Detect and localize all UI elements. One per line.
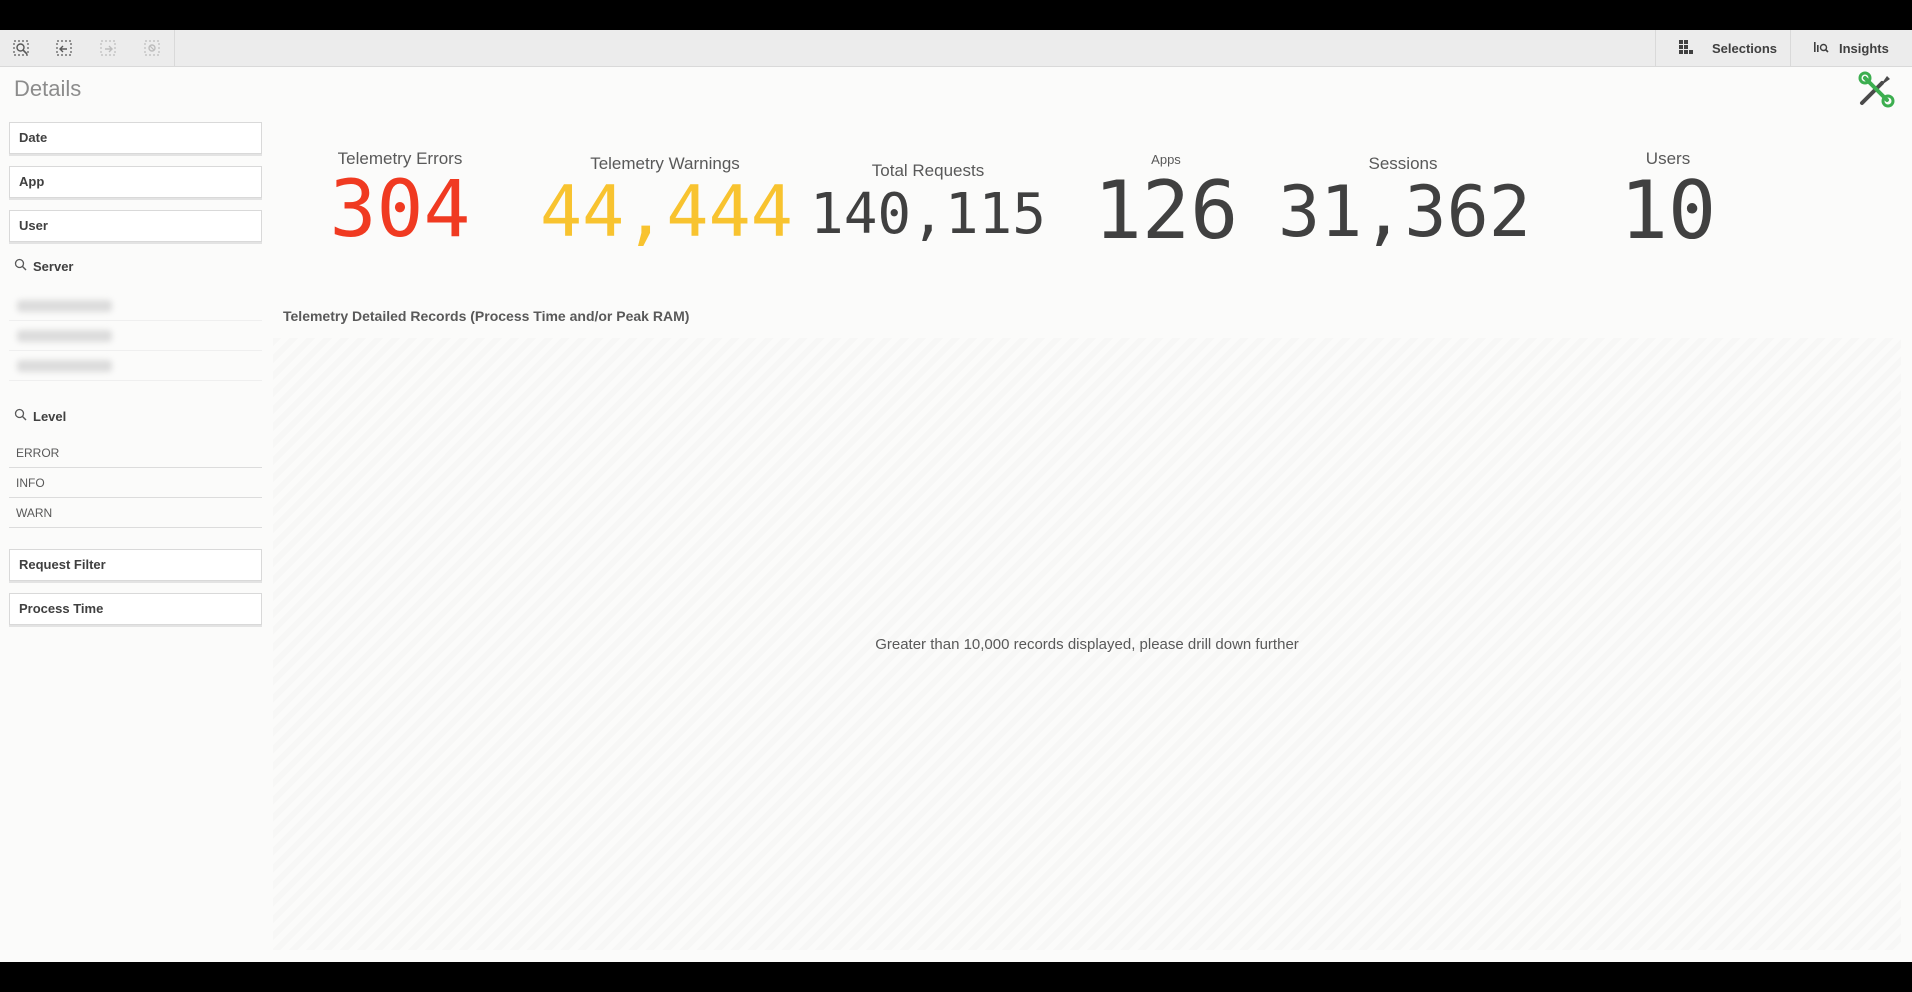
toolbar-right: Selections Insights — [1655, 30, 1912, 66]
filter-request-filter[interactable]: Request Filter — [9, 549, 262, 581]
search-icon — [14, 408, 27, 424]
step-forward-icon[interactable] — [96, 36, 120, 60]
kpi-value: 10 — [1619, 164, 1717, 257]
kpi-telemetry-warnings[interactable]: Telemetry Warnings 44,444 — [540, 154, 793, 253]
level-item-info[interactable]: INFO — [9, 469, 262, 498]
app-window: Selections Insights Details Date App Use… — [0, 30, 1912, 962]
table-message: Greater than 10,000 records displayed, p… — [875, 636, 1299, 653]
kpi-telemetry-errors[interactable]: Telemetry Errors 304 — [300, 149, 500, 249]
kpi-total-requests[interactable]: Total Requests 140,115 — [808, 161, 1048, 243]
table-title: Telemetry Detailed Records (Process Time… — [283, 308, 690, 324]
step-back-icon[interactable] — [52, 36, 76, 60]
records-table[interactable]: Greater than 10,000 records displayed, p… — [273, 338, 1901, 950]
smart-search-icon[interactable] — [9, 36, 33, 60]
insights-icon — [1813, 39, 1829, 58]
server-label: Server — [33, 258, 74, 274]
kpi-apps[interactable]: Apps 126 — [1066, 152, 1266, 251]
server-list-item[interactable] — [9, 352, 262, 381]
toolbar-actions — [0, 30, 175, 66]
kpi-value: 31,362 — [1278, 171, 1531, 253]
page-title: Details — [14, 76, 82, 101]
kpi-label: Total Requests — [871, 161, 985, 180]
kpi-sessions[interactable]: Sessions 31,362 — [1278, 154, 1531, 253]
level-label: Level — [33, 408, 67, 424]
grid-icon — [1678, 39, 1694, 58]
filter-app[interactable]: App — [9, 166, 262, 198]
filter-user[interactable]: User — [9, 210, 262, 242]
server-listbox-header[interactable]: Server — [14, 258, 73, 274]
kpi-value: 304 — [329, 165, 471, 255]
kpi-value: 140,115 — [809, 182, 1046, 247]
clear-selections-icon[interactable] — [140, 36, 164, 60]
kpi-users[interactable]: Users 10 — [1568, 149, 1768, 251]
level-listbox-header[interactable]: Level — [14, 408, 66, 424]
insights-label: Insights — [1839, 40, 1889, 56]
toolbar: Selections Insights — [0, 30, 1912, 67]
filter-date[interactable]: Date — [9, 122, 262, 154]
filter-process-time[interactable]: Process Time — [9, 593, 262, 625]
level-item-warn[interactable]: WARN — [9, 499, 262, 528]
kpi-value: 44,444 — [540, 171, 793, 253]
selections-label: Selections — [1712, 40, 1778, 56]
insights-tab[interactable]: Insights — [1790, 30, 1912, 66]
kpi-value: 126 — [1093, 164, 1239, 257]
level-item-error[interactable]: ERROR — [9, 439, 262, 468]
search-icon — [14, 258, 27, 274]
wrench-screwdriver-icon[interactable] — [1856, 70, 1896, 110]
server-list-item[interactable] — [9, 322, 262, 351]
selections-tab[interactable]: Selections — [1655, 30, 1790, 66]
server-list-item[interactable] — [9, 292, 262, 321]
